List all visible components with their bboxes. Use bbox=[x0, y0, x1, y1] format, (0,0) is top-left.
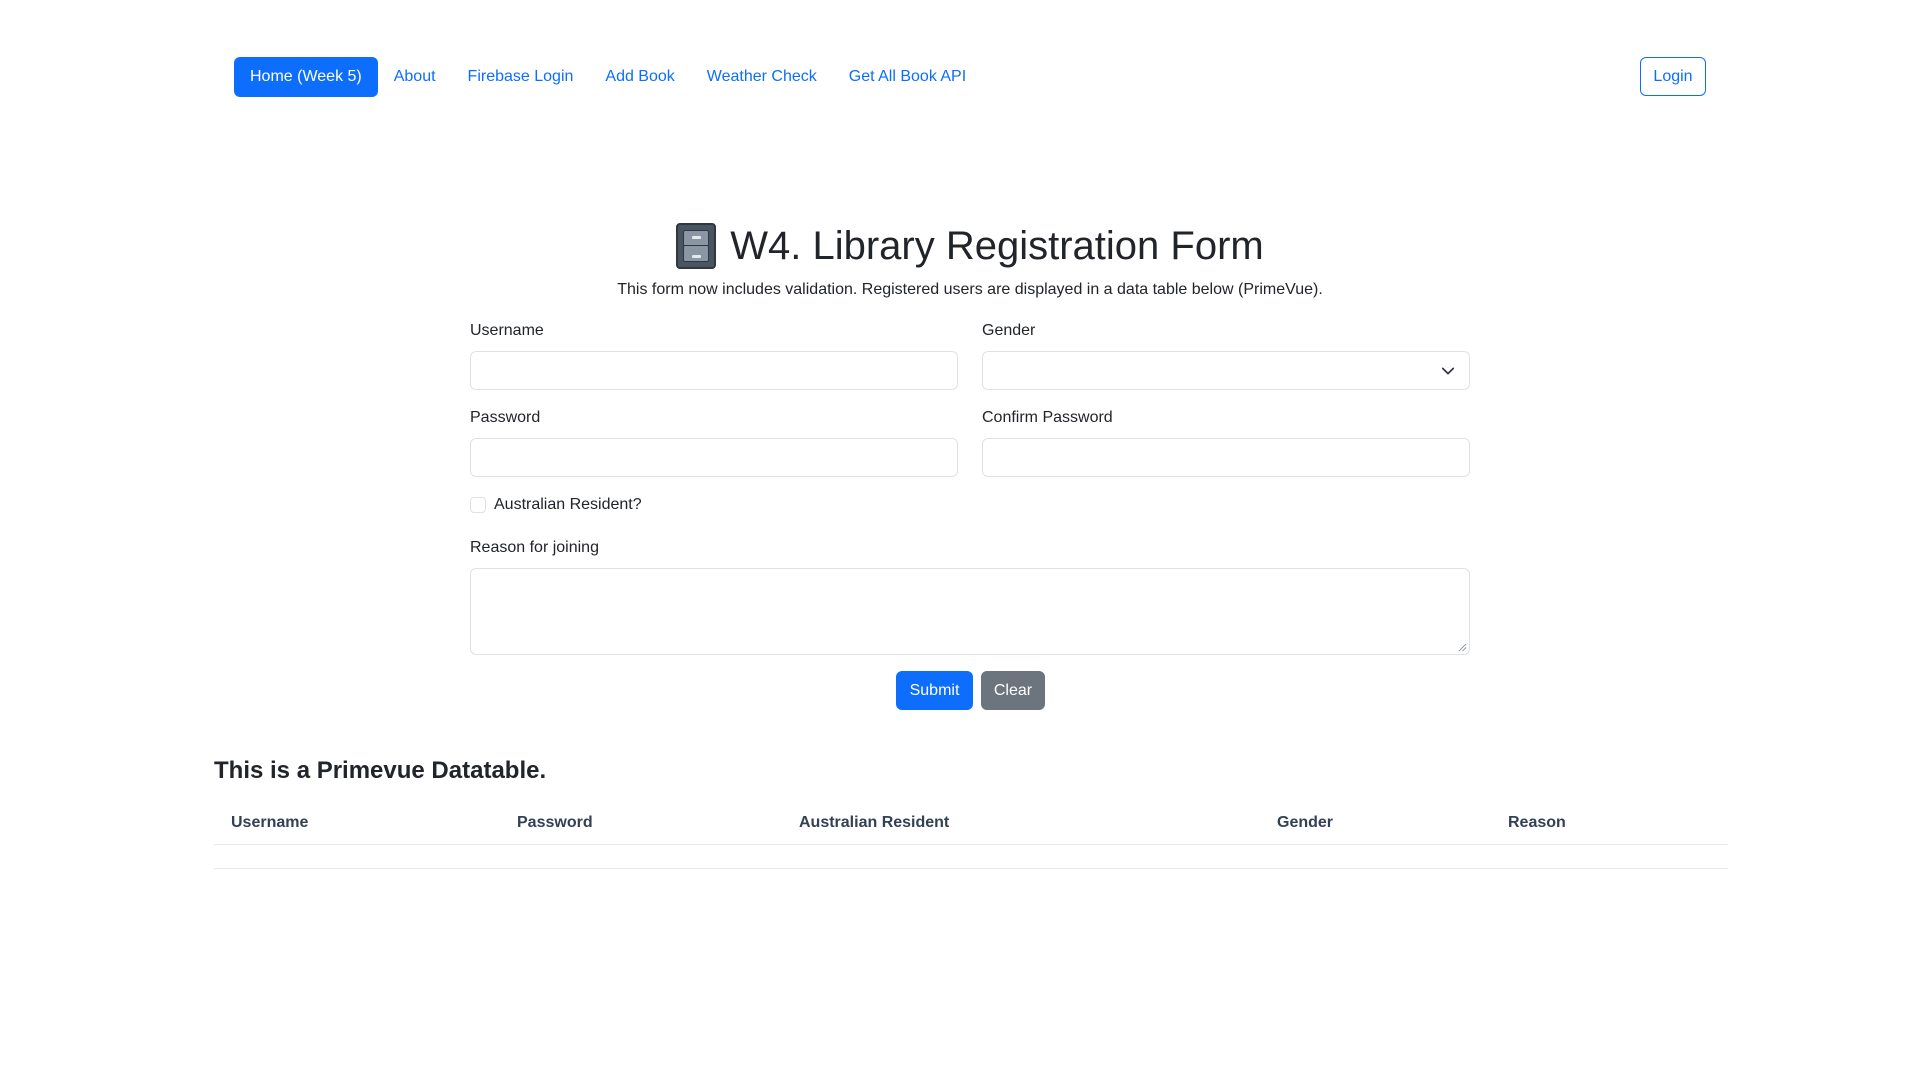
reason-label: Reason for joining bbox=[470, 539, 599, 556]
column-header-reason[interactable]: Reason bbox=[1508, 800, 1566, 845]
australian-resident-checkbox[interactable] bbox=[470, 497, 486, 513]
nav-get-all-book-api[interactable]: Get All Book API bbox=[833, 57, 982, 97]
username-input[interactable] bbox=[470, 351, 958, 390]
column-header-gender[interactable]: Gender bbox=[1277, 800, 1333, 845]
confirm-password-label: Confirm Password bbox=[982, 409, 1113, 426]
column-header-australian-resident[interactable]: Australian Resident bbox=[799, 800, 949, 845]
drawer-handle bbox=[692, 236, 702, 239]
nav-home[interactable]: Home (Week 5) bbox=[234, 57, 378, 97]
password-input[interactable] bbox=[470, 438, 958, 477]
users-datatable: Username Password Australian Resident Ge… bbox=[214, 800, 1728, 869]
nav-firebase-login[interactable]: Firebase Login bbox=[452, 57, 590, 97]
column-header-password[interactable]: Password bbox=[517, 800, 593, 845]
clear-button[interactable]: Clear bbox=[981, 671, 1045, 710]
chevron-down-icon bbox=[1441, 367, 1455, 375]
login-button[interactable]: Login bbox=[1640, 57, 1706, 96]
username-label: Username bbox=[470, 322, 544, 339]
submit-button[interactable]: Submit bbox=[896, 671, 973, 710]
password-label: Password bbox=[470, 409, 541, 426]
file-cabinet-icon bbox=[676, 223, 717, 269]
nav-about[interactable]: About bbox=[378, 57, 452, 97]
resize-grip-icon[interactable] bbox=[1458, 643, 1467, 652]
drawer-handle bbox=[692, 255, 702, 258]
nav-add-book[interactable]: Add Book bbox=[589, 57, 690, 97]
table-empty-row bbox=[214, 845, 1728, 869]
page-header: W4. Library Registration Form bbox=[0, 220, 1920, 274]
main-nav: Home (Week 5) About Firebase Login Add B… bbox=[234, 57, 982, 97]
datatable-heading: This is a Primevue Datatable. bbox=[214, 757, 547, 784]
confirm-password-input[interactable] bbox=[982, 438, 1470, 477]
table-header-row: Username Password Australian Resident Ge… bbox=[214, 800, 1728, 845]
page-subtitle: This form now includes validation. Regis… bbox=[617, 281, 1323, 298]
column-header-username[interactable]: Username bbox=[231, 800, 308, 845]
nav-weather-check[interactable]: Weather Check bbox=[691, 57, 833, 97]
reason-textarea[interactable] bbox=[470, 568, 1470, 655]
gender-select[interactable] bbox=[982, 351, 1470, 390]
gender-label: Gender bbox=[982, 322, 1036, 339]
page-title-wrap: W4. Library Registration Form bbox=[676, 220, 1264, 272]
page-title: W4. Library Registration Form bbox=[730, 224, 1264, 268]
australian-resident-label[interactable]: Australian Resident? bbox=[494, 496, 642, 514]
